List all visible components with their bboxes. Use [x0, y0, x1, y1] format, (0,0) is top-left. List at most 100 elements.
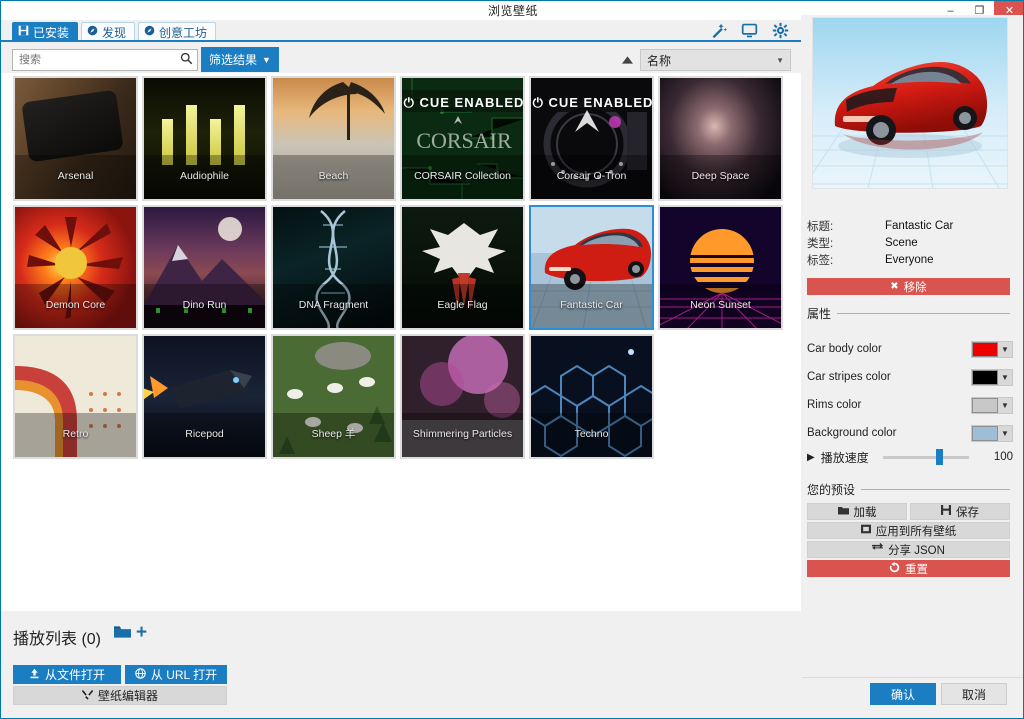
- tab-workshop[interactable]: 创意工坊: [138, 22, 217, 41]
- wallpaper-label: CORSAIR Collection: [402, 155, 523, 199]
- wallpaper-cell[interactable]: Dino Run: [142, 205, 267, 330]
- chevron-down-icon[interactable]: ▼: [998, 398, 1012, 413]
- open-from-url-button[interactable]: 从 URL 打开: [125, 665, 227, 684]
- save-icon: [941, 505, 951, 518]
- open-from-file-button[interactable]: 从文件打开: [13, 665, 121, 684]
- magic-wand-icon[interactable]: [710, 22, 727, 39]
- meta-row-title: 标题: Fantastic Car: [807, 217, 1019, 234]
- search-box[interactable]: [12, 49, 198, 71]
- chevron-down-icon[interactable]: ▼: [998, 370, 1012, 385]
- color-swatch[interactable]: [972, 397, 998, 413]
- open-from-url-label: 从 URL 打开: [150, 668, 218, 682]
- search-input[interactable]: [17, 53, 177, 67]
- wallpaper-cell[interactable]: Fantastic Car: [529, 205, 654, 330]
- wallpaper-preview: [812, 17, 1008, 189]
- wallpaper-cell[interactable]: ⏻ CUE ENABLED CORSAIR CORSAIR Collection: [400, 76, 525, 201]
- thumb-decor: [21, 89, 124, 163]
- color-swatch[interactable]: [972, 369, 998, 385]
- sort-ascending-icon[interactable]: [618, 50, 636, 70]
- wallpaper-cell[interactable]: Sheep 羊: [271, 334, 396, 459]
- wallpaper-editor-button[interactable]: 壁纸编辑器: [13, 686, 227, 705]
- svg-text:⏻ CUE ENABLED: ⏻ CUE ENABLED: [404, 95, 525, 110]
- preset-reset-button[interactable]: 重置: [807, 560, 1010, 577]
- meta-value-title: Fantastic Car: [885, 219, 954, 232]
- color-picker[interactable]: ▼: [971, 368, 1013, 386]
- preset-share-json-label: 分享 JSON: [888, 544, 945, 557]
- wallpaper-cell[interactable]: Deep Space: [658, 76, 783, 201]
- property-row: Background color ▼: [807, 419, 1013, 447]
- meta-key-tags: 标签:: [807, 254, 834, 267]
- wallpaper-cell[interactable]: DNA Fragment: [271, 205, 396, 330]
- color-picker[interactable]: ▼: [971, 340, 1013, 358]
- property-label: Car body color: [807, 343, 882, 355]
- wallpaper-cell[interactable]: Neon Sunset: [658, 205, 783, 330]
- meta-row-tags: 标签: Everyone: [807, 251, 1019, 268]
- wallpaper-cell[interactable]: Techno: [529, 334, 654, 459]
- filter-icon: ▼: [262, 54, 271, 65]
- tab-discover[interactable]: 发现: [81, 22, 136, 41]
- preset-apply-all-label: 应用到所有壁纸: [875, 525, 957, 538]
- color-picker[interactable]: ▼: [971, 396, 1013, 414]
- wallpaper-cell[interactable]: Eagle Flag: [400, 205, 525, 330]
- search-toolbar: 筛选结果 ▼ 名称 ▼: [1, 47, 801, 75]
- upload-icon: [29, 668, 40, 682]
- wallpaper-label: Fantastic Car: [531, 284, 652, 328]
- wallpaper-cell[interactable]: ⏻ CUE ENABLED Corsair O-Tron: [529, 76, 654, 201]
- open-from-file-label: 从文件打开: [44, 668, 105, 682]
- wallpaper-metadata: 标题: Fantastic Car 类型: Scene 标签: Everyone: [807, 217, 1019, 268]
- preset-apply-all-button[interactable]: 应用到所有壁纸: [807, 522, 1010, 539]
- folder-icon[interactable]: [114, 625, 131, 644]
- wallpaper-cell[interactable]: Shimmering Particles: [400, 334, 525, 459]
- plus-icon[interactable]: +: [136, 623, 147, 642]
- properties-header-rule: [837, 312, 1010, 314]
- color-picker[interactable]: ▼: [971, 424, 1013, 442]
- filter-results-button[interactable]: 筛选结果 ▼: [201, 47, 279, 72]
- wallpaper-cell[interactable]: Beach: [271, 76, 396, 201]
- property-row: Car stripes color ▼: [807, 363, 1013, 391]
- chevron-down-icon[interactable]: ▼: [998, 342, 1012, 357]
- sort-select[interactable]: 名称 ▼: [640, 49, 791, 71]
- play-triangle-icon[interactable]: ▶: [807, 452, 815, 463]
- meta-value-type: Scene: [885, 236, 918, 249]
- remove-button-label: 移除: [903, 281, 927, 294]
- tab-installed[interactable]: 已安装: [12, 22, 79, 41]
- playback-speed-row: ▶ 播放速度 100: [807, 447, 1013, 467]
- wallpaper-label: DNA Fragment: [273, 284, 394, 328]
- preset-save-button[interactable]: 保存: [910, 503, 1010, 520]
- monitor-icon[interactable]: [741, 22, 758, 39]
- wallpaper-cell[interactable]: Arsenal: [13, 76, 138, 201]
- playback-speed-track[interactable]: [882, 448, 969, 465]
- property-label: Rims color: [807, 399, 862, 411]
- preset-reset-label: 重置: [905, 563, 928, 576]
- property-row: Rims color ▼: [807, 391, 1013, 419]
- wallpaper-cell[interactable]: Retro: [13, 334, 138, 459]
- wallpaper-label: Sheep 羊: [273, 413, 394, 457]
- preset-load-button[interactable]: 加载: [807, 503, 907, 520]
- tab-installed-label: 已安装: [33, 25, 70, 40]
- wallpaper-cell[interactable]: Demon Core: [13, 205, 138, 330]
- globe-icon: [135, 667, 146, 682]
- confirm-button[interactable]: 确认: [870, 683, 936, 705]
- color-swatch[interactable]: [972, 425, 998, 441]
- wallpaper-cell[interactable]: Ricepod: [142, 334, 267, 459]
- presets-header-rule: [861, 488, 1010, 490]
- tools-icon: [81, 689, 93, 703]
- preset-share-json-button[interactable]: 分享 JSON: [807, 541, 1010, 558]
- chevron-down-icon[interactable]: ▼: [998, 426, 1012, 441]
- cancel-button[interactable]: 取消: [941, 683, 1007, 705]
- playlist-title: 播放列表 (0): [13, 631, 102, 648]
- share-icon: [872, 542, 884, 556]
- tab-underline: [1, 40, 801, 42]
- window-title: 浏览壁纸: [487, 4, 538, 18]
- gear-icon[interactable]: [772, 22, 789, 39]
- properties-header-label: 属性: [807, 306, 832, 321]
- apply-all-icon: [860, 524, 871, 537]
- preset-load-label: 加载: [853, 506, 877, 519]
- playback-speed-thumb[interactable]: [936, 448, 944, 465]
- remove-button[interactable]: ✖ 移除: [807, 278, 1010, 295]
- wallpaper-grid-area: Arsenal Audiophile Beach ⏻ CUE ENABLED CORSA…: [1, 73, 801, 611]
- property-row: Car body color ▼: [807, 335, 1013, 363]
- folder-open-icon: [837, 506, 849, 518]
- color-swatch[interactable]: [972, 341, 998, 357]
- wallpaper-cell[interactable]: Audiophile: [142, 76, 267, 201]
